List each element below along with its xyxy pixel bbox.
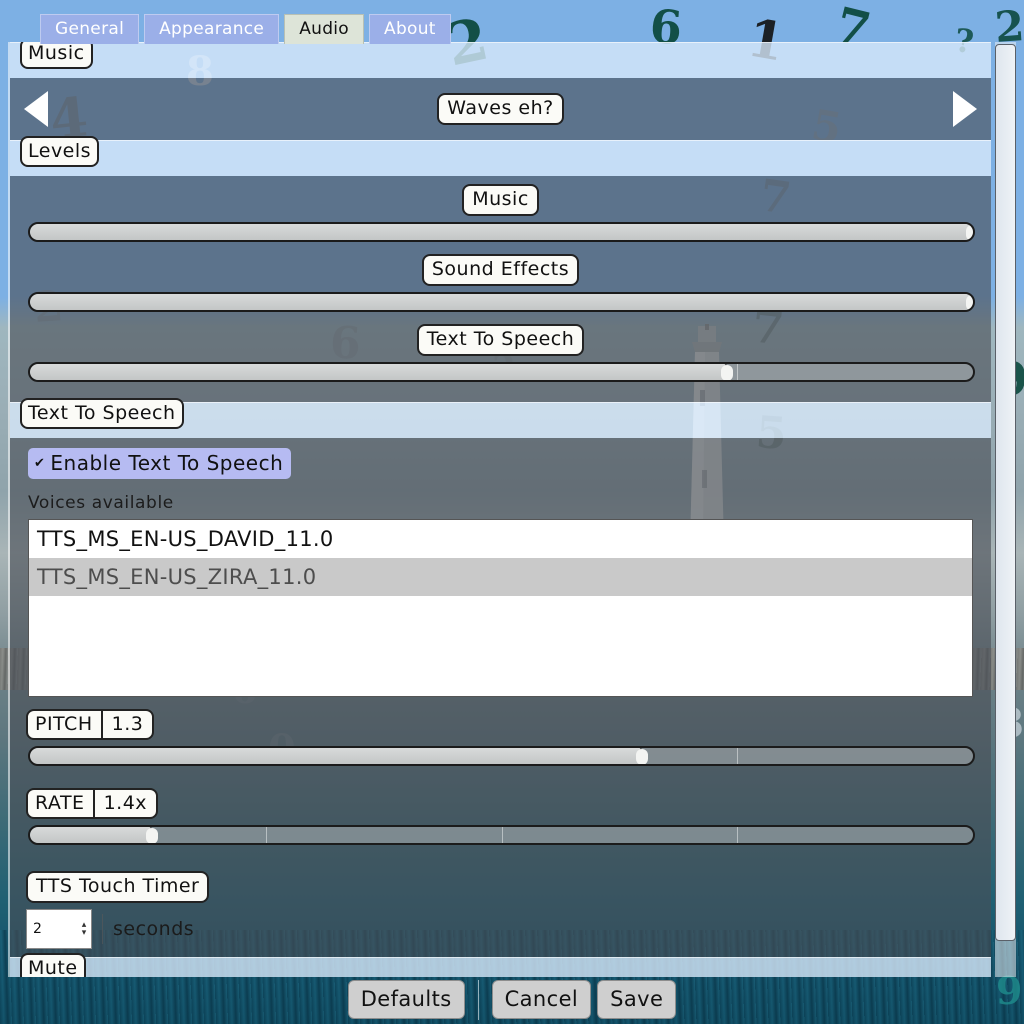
slider-label-music: Music: [462, 184, 539, 216]
slider-thumb[interactable]: [635, 749, 648, 764]
slider-sound-effects[interactable]: [28, 292, 975, 314]
pitch-value-pill: PITCH 1.3: [26, 709, 155, 740]
button-separator: [477, 979, 479, 1020]
spinner-arrows[interactable]: ▴ ▾: [77, 910, 91, 948]
section-title-levels: Levels: [20, 136, 100, 167]
dialog-button-bar: Defaults Cancel Save: [0, 975, 1024, 1024]
current-track-label[interactable]: Waves eh?: [437, 93, 564, 125]
section-title-text-to-speech: Text To Speech: [20, 398, 184, 429]
slider-fill: [30, 827, 153, 843]
spinner-divider: [102, 914, 103, 944]
slider-track[interactable]: [28, 222, 975, 242]
levels-sliders-group: Music Sound Effects Text To Speech: [10, 176, 991, 402]
tts-touch-timer-row: ▴ ▾ seconds: [10, 903, 991, 957]
slider-label-row-music: Music: [10, 184, 991, 216]
checkmark-icon: ✔: [34, 455, 46, 471]
save-button[interactable]: Save: [597, 980, 677, 1019]
touch-timer-unit-label: seconds: [113, 918, 195, 940]
rate-value: 1.4x: [92, 790, 156, 817]
section-header-text-to-speech: Text To Speech: [10, 398, 991, 438]
section-header-mute: Mute: [10, 953, 991, 977]
rate-key: RATE: [35, 792, 85, 814]
section-header-music: Music: [10, 42, 991, 78]
touch-timer-spinner[interactable]: ▴ ▾: [26, 909, 92, 949]
slider-text-to-speech[interactable]: [28, 362, 975, 384]
tab-appearance[interactable]: Appearance: [144, 14, 280, 44]
voices-available-label: Voices available: [28, 493, 174, 513]
tab-general[interactable]: General: [40, 14, 140, 44]
slider-fill: [30, 748, 643, 764]
checkbox-label: Enable Text To Speech: [50, 451, 284, 475]
slider-label-row-sfx: Sound Effects: [10, 254, 991, 286]
tts-settings-group: ✔ Enable Text To Speech Voices available…: [10, 438, 991, 957]
slider-thumb[interactable]: [966, 225, 973, 240]
slider-label-text-to-speech: Text To Speech: [416, 324, 585, 356]
triangle-right-icon[interactable]: [953, 91, 977, 127]
spinner-down-icon[interactable]: ▾: [82, 929, 87, 938]
desktop-background: 26721?84572672590869 GeneralAppearanceAu…: [0, 0, 1024, 1024]
pitch-value: 1.3: [100, 711, 153, 738]
tts-touch-timer-title: TTS Touch Timer: [26, 871, 210, 903]
slider-label-row-tts: Text To Speech: [10, 324, 991, 356]
tab-audio[interactable]: Audio: [284, 14, 365, 44]
touch-timer-input[interactable]: [27, 910, 77, 948]
rate-value-pill: RATE 1.4x: [26, 788, 159, 819]
cancel-button[interactable]: Cancel: [491, 980, 592, 1019]
slider-pitch[interactable]: [28, 746, 975, 768]
tab-about[interactable]: About: [369, 14, 451, 44]
section-title-music: Music: [20, 42, 93, 69]
section-title-mute: Mute: [20, 953, 86, 977]
audio-settings-dialog: Music Waves eh? Levels Music Sound Effec…: [8, 42, 1016, 977]
settings-tabs[interactable]: General Appearance Audio About: [40, 14, 451, 44]
slider-fill: [30, 294, 973, 310]
slider-thumb[interactable]: [145, 828, 158, 843]
slider-rate[interactable]: [28, 825, 975, 847]
slider-track[interactable]: [28, 292, 975, 312]
slider-music[interactable]: [28, 222, 975, 244]
slider-thumb[interactable]: [720, 365, 733, 380]
pitch-key: PITCH: [35, 713, 93, 735]
voices-list[interactable]: TTS_MS_EN-US_DAVID_11.0 TTS_MS_EN-US_ZIR…: [28, 519, 973, 697]
scrollbar-thumb[interactable]: [995, 44, 1016, 941]
settings-scroll-content: Music Waves eh? Levels Music Sound Effec…: [8, 42, 991, 977]
slider-track[interactable]: [28, 746, 975, 766]
defaults-button[interactable]: Defaults: [347, 980, 465, 1019]
vertical-scrollbar[interactable]: [991, 42, 1016, 977]
slider-fill: [30, 224, 973, 240]
list-item-voice-zira[interactable]: TTS_MS_EN-US_ZIRA_11.0: [29, 558, 972, 596]
slider-label-sound-effects: Sound Effects: [421, 254, 580, 286]
slider-track[interactable]: [28, 362, 975, 382]
slider-thumb[interactable]: [966, 295, 973, 310]
list-item-voice-david[interactable]: TTS_MS_EN-US_DAVID_11.0: [29, 520, 972, 558]
checkbox-enable-text-to-speech[interactable]: ✔ Enable Text To Speech: [28, 448, 292, 479]
triangle-left-icon[interactable]: [24, 91, 48, 127]
section-header-levels: Levels: [10, 136, 991, 176]
music-track-carousel: Waves eh?: [10, 78, 991, 140]
slider-track[interactable]: [28, 825, 975, 845]
slider-fill: [30, 364, 728, 380]
